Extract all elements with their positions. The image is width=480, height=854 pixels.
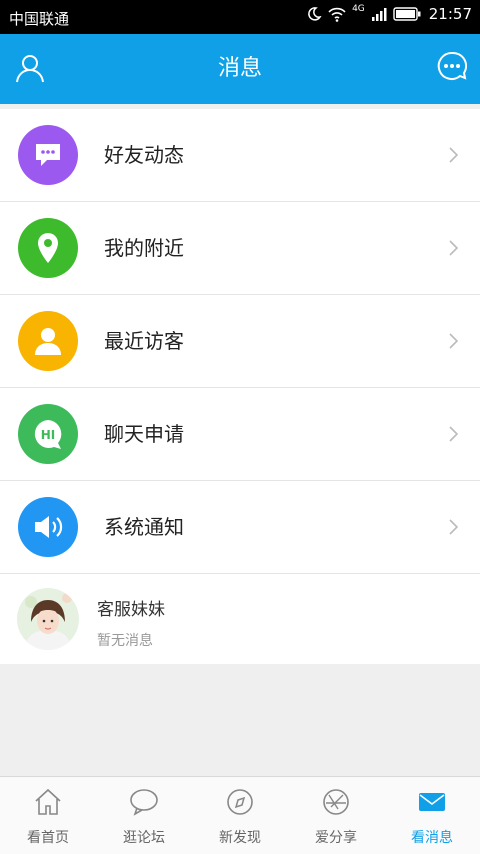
chat-dots-icon	[437, 51, 468, 80]
menu-item-system-notice[interactable]: 系统通知	[0, 481, 480, 574]
chevron-right-icon	[449, 333, 458, 349]
app-header: 消息	[0, 34, 480, 104]
chevron-right-icon	[449, 147, 458, 163]
carrier-label: 中国联通	[9, 10, 70, 28]
hi-bubble-icon: HI	[18, 404, 78, 464]
chat-bubble-icon	[18, 125, 78, 185]
speaker-icon	[18, 497, 78, 557]
tab-label: 逛论坛	[123, 830, 165, 846]
bottom-tab-bar: 看首页 逛论坛 新发现 爱分享 看消息	[0, 776, 480, 854]
contact-row[interactable]: 客服妹妹 暂无消息	[0, 574, 480, 664]
status-bar: 中国联通 4G 21:57	[0, 0, 480, 34]
tab-label: 新发现	[219, 830, 261, 846]
battery-icon	[393, 7, 421, 21]
menu-item-label: 我的附近	[104, 236, 184, 260]
menu-item-label: 好友动态	[104, 143, 184, 167]
tab-messages[interactable]: 看消息	[384, 777, 480, 854]
tab-discover[interactable]: 新发现	[192, 777, 288, 854]
tab-forum[interactable]: 逛论坛	[96, 777, 192, 854]
chevron-right-icon	[449, 426, 458, 442]
menu-item-chat-requests[interactable]: HI 聊天申请	[0, 388, 480, 481]
menu-item-recent-visitors[interactable]: 最近访客	[0, 295, 480, 388]
moon-icon	[308, 7, 322, 21]
mail-icon	[419, 793, 445, 811]
location-pin-icon	[18, 218, 78, 278]
tab-share[interactable]: 爱分享	[288, 777, 384, 854]
wifi-icon	[328, 7, 346, 22]
clock: 21:57	[428, 5, 472, 23]
person-icon	[18, 311, 78, 371]
tab-label: 看首页	[27, 830, 69, 846]
page-title: 消息	[217, 56, 262, 81]
contact-name: 客服妹妹	[97, 600, 165, 620]
tab-label: 爱分享	[315, 830, 357, 846]
compass-icon	[227, 789, 253, 815]
menu-item-label: 聊天申请	[104, 422, 184, 446]
network-type-label: 4G	[352, 4, 365, 14]
menu-item-label: 系统通知	[104, 515, 184, 539]
menu-item-friend-feed[interactable]: 好友动态	[0, 109, 480, 202]
message-list: 好友动态 我的附近 最近访客 HI 聊天申请 系统通知 客服妹妹 暂无消息	[0, 109, 480, 664]
signal-icon	[371, 8, 387, 21]
chevron-right-icon	[449, 519, 458, 535]
status-icons: 4G 21:57	[306, 4, 472, 23]
home-icon	[35, 788, 61, 815]
avatar	[17, 588, 79, 650]
share-aperture-icon	[323, 789, 349, 815]
message-preview: 暂无消息	[97, 633, 153, 649]
svg-text:HI: HI	[41, 428, 56, 442]
chevron-right-icon	[449, 240, 458, 256]
menu-item-nearby[interactable]: 我的附近	[0, 202, 480, 295]
tab-home[interactable]: 看首页	[0, 777, 96, 854]
forum-bubble-icon	[130, 789, 158, 816]
menu-item-label: 最近访客	[104, 329, 184, 353]
chat-button[interactable]	[436, 50, 468, 82]
tab-label: 看消息	[411, 830, 453, 846]
